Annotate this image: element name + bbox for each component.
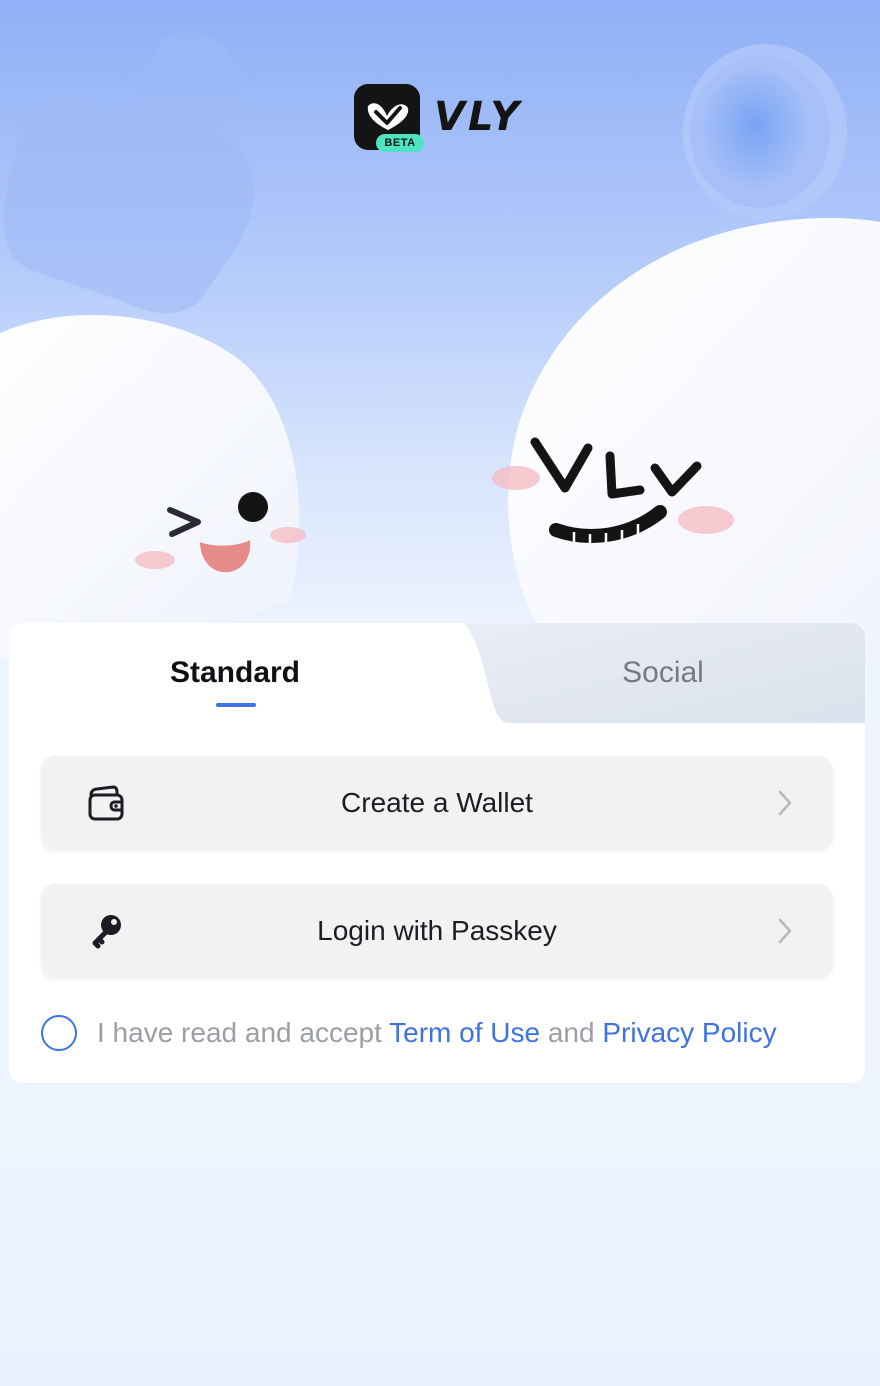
- brand-name: VLY: [434, 94, 523, 140]
- terms-prefix: I have read and accept: [97, 1017, 390, 1048]
- chevron-right-icon: [778, 918, 792, 944]
- coin-shape: [683, 44, 847, 220]
- tab-standard[interactable]: Standard: [9, 623, 461, 723]
- privacy-policy-link[interactable]: Privacy Policy: [602, 1017, 776, 1048]
- heart-check-icon: [367, 103, 409, 130]
- chevron-right-icon: [778, 790, 792, 816]
- terms-and: and: [540, 1017, 603, 1048]
- terms-of-use-link[interactable]: Term of Use: [389, 1017, 540, 1048]
- terms-text: I have read and accept Term of Use and P…: [97, 1017, 777, 1049]
- tab-bar: Standard Social: [9, 623, 865, 723]
- terms-row: I have read and accept Term of Use and P…: [41, 1011, 777, 1055]
- login-card: Standard Social Create a Wallet Login wi…: [9, 623, 865, 1083]
- active-tab-indicator: [216, 703, 256, 707]
- tab-social[interactable]: Social: [461, 623, 865, 723]
- logo-mark: BETA: [354, 84, 424, 152]
- beta-badge: BETA: [376, 134, 424, 152]
- create-wallet-label: Create a Wallet: [341, 787, 533, 818]
- thumbs-up-shape: [3, 32, 254, 314]
- right-mascot: [492, 217, 880, 660]
- app-logo: BETA VLY: [354, 84, 523, 152]
- hero-illustration: BETA VLY: [0, 0, 880, 660]
- create-wallet-button[interactable]: Create a Wallet: [41, 756, 833, 850]
- passkey-login-button[interactable]: Login with Passkey: [41, 884, 833, 978]
- passkey-login-label: Login with Passkey: [317, 915, 557, 946]
- terms-checkbox[interactable]: [41, 1015, 77, 1051]
- left-mascot: [0, 315, 306, 660]
